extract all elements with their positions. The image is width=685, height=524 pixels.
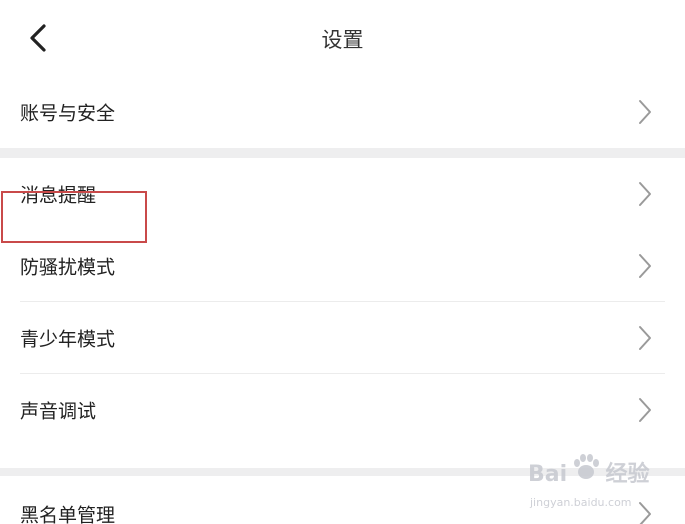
settings-item-label: 青少年模式 xyxy=(20,328,116,351)
settings-item-teen-mode[interactable]: 青少年模式 xyxy=(0,302,685,374)
settings-item-label: 声音调试 xyxy=(20,400,97,423)
settings-item-label: 黑名单管理 xyxy=(20,504,116,524)
section-separator xyxy=(0,148,685,158)
chevron-right-icon xyxy=(639,398,651,422)
settings-item-account-security[interactable]: 账号与安全 xyxy=(0,76,685,148)
settings-item-label: 防骚扰模式 xyxy=(20,256,116,279)
page-title: 设置 xyxy=(321,28,364,52)
chevron-right-icon xyxy=(639,182,651,206)
chevron-right-icon xyxy=(639,100,651,124)
settings-item-blacklist[interactable]: 黑名单管理 xyxy=(0,476,685,524)
section-separator xyxy=(0,468,685,476)
settings-item-label: 账号与安全 xyxy=(20,102,116,125)
settings-group-account: 账号与安全 xyxy=(0,76,685,148)
chevron-right-icon xyxy=(639,326,651,350)
settings-item-sound-test[interactable]: 声音调试 xyxy=(0,374,685,446)
settings-item-anti-harassment[interactable]: 防骚扰模式 xyxy=(0,230,685,302)
chevron-right-icon xyxy=(639,254,651,278)
header-bar: 设置 xyxy=(0,0,685,76)
settings-group-privacy: 黑名单管理 xyxy=(0,476,685,524)
settings-item-label: 消息提醒 xyxy=(20,184,97,207)
chevron-right-icon xyxy=(639,502,651,524)
settings-group-general: 消息提醒 防骚扰模式 青少年模式 声音调试 xyxy=(0,158,685,468)
settings-item-message-reminder[interactable]: 消息提醒 xyxy=(0,158,685,230)
